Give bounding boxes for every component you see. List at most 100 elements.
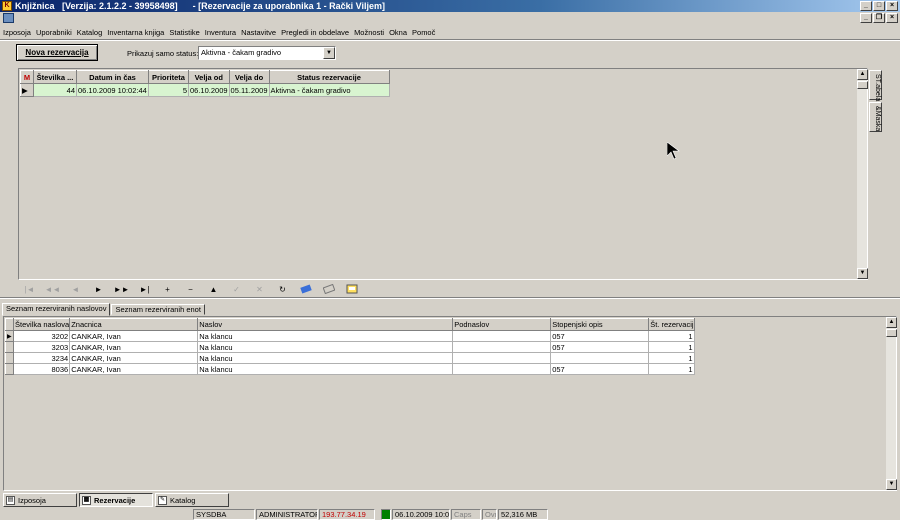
menu-item-statistike[interactable]: Statistike bbox=[169, 28, 199, 37]
window-tab-rezervacije[interactable]: ▦ Rezervacije bbox=[79, 493, 153, 507]
table-row[interactable]: 3234 CANKAR, Ivan Na klancu 1 bbox=[5, 352, 695, 364]
scroll-thumb[interactable] bbox=[886, 329, 897, 337]
table-cell[interactable]: Na klancu bbox=[197, 341, 454, 353]
prior-record-icon[interactable]: ◄ bbox=[64, 285, 87, 294]
table-row[interactable]: 3203 CANKAR, Ivan Na klancu 057 1 bbox=[5, 341, 695, 353]
tab-maska[interactable]: &Maska bbox=[869, 102, 882, 132]
table-cell[interactable] bbox=[452, 341, 552, 353]
table-row[interactable]: ▶ 44 06.10.2009 10:02:44 5 06.10.2009 05… bbox=[20, 83, 390, 97]
table-cell[interactable]: 05.11.2009 bbox=[228, 83, 270, 97]
table-row[interactable]: 8036 CANKAR, Ivan Na klancu 057 1 bbox=[5, 363, 695, 375]
next-page-icon[interactable]: ►► bbox=[110, 285, 133, 294]
maximize-button[interactable]: □ bbox=[873, 1, 885, 11]
close-button[interactable]: × bbox=[886, 1, 898, 11]
scroll-thumb[interactable] bbox=[857, 81, 868, 89]
table-cell[interactable]: 1 bbox=[648, 352, 695, 364]
menu-item-katalog[interactable]: Katalog bbox=[77, 28, 102, 37]
table-cell[interactable]: CANKAR, Ivan bbox=[69, 352, 199, 364]
table-cell[interactable] bbox=[452, 330, 552, 342]
clear-filter-icon[interactable] bbox=[317, 283, 340, 296]
table-cell[interactable]: 06.10.2009 10:02:44 bbox=[76, 83, 149, 97]
menu-item-inventura[interactable]: Inventura bbox=[205, 28, 236, 37]
menu-item-izposoja[interactable]: Izposoja bbox=[3, 28, 31, 37]
table-cell[interactable]: CANKAR, Ivan bbox=[69, 330, 199, 342]
table-cell[interactable]: 5 bbox=[148, 83, 189, 97]
chevron-down-icon[interactable]: ▼ bbox=[323, 47, 335, 59]
delete-record-icon[interactable]: − bbox=[179, 285, 202, 294]
scroll-down-icon[interactable]: ▼ bbox=[857, 268, 868, 279]
scroll-up-icon[interactable]: ▲ bbox=[886, 317, 897, 328]
column-header[interactable]: Status rezervacije bbox=[268, 70, 390, 84]
table-cell[interactable]: CANKAR, Ivan bbox=[69, 363, 199, 375]
mdi-window-icon[interactable] bbox=[3, 13, 14, 23]
tab-tabela[interactable]: ST.abela bbox=[869, 70, 882, 101]
last-record-icon[interactable]: ►| bbox=[133, 285, 156, 294]
mdi-close-button[interactable]: × bbox=[886, 13, 898, 23]
table-cell[interactable]: Na klancu bbox=[197, 352, 454, 364]
tab-reserved-titles[interactable]: Seznam rezerviranih naslovov bbox=[2, 303, 111, 316]
menu-item-uporabniki[interactable]: Uporabniki bbox=[36, 28, 72, 37]
table-cell[interactable]: 44 bbox=[33, 83, 77, 97]
reservations-grid[interactable]: M Številka ... Datum in čas Prioriteta V… bbox=[18, 68, 868, 280]
table-cell[interactable]: 3202 bbox=[12, 330, 71, 342]
minimize-button[interactable]: _ bbox=[860, 1, 872, 11]
menu-item-moznosti[interactable]: Možnosti bbox=[354, 28, 384, 37]
menu-item-okna[interactable]: Okna bbox=[389, 28, 407, 37]
table-cell[interactable]: 1 bbox=[648, 363, 695, 375]
new-reservation-button[interactable]: Nova rezervacija bbox=[16, 44, 98, 61]
reserved-titles-grid[interactable]: Številka naslova Znacnica Naslov Podnasl… bbox=[3, 316, 897, 491]
menu-item-inventarna-knjiga[interactable]: Inventarna knjiga bbox=[107, 28, 164, 37]
table-cell[interactable]: 3234 bbox=[12, 352, 71, 364]
table-cell[interactable]: 1 bbox=[648, 330, 695, 342]
menu-item-pregledi[interactable]: Pregledi in obdelave bbox=[281, 28, 349, 37]
first-record-icon[interactable]: |◄ bbox=[18, 285, 41, 294]
column-header[interactable]: Znacnica bbox=[69, 318, 199, 331]
table-cell[interactable]: 8036 bbox=[12, 363, 71, 375]
menu-item-pomoc[interactable]: Pomoč bbox=[412, 28, 435, 37]
prior-page-icon[interactable]: ◄◄ bbox=[41, 285, 64, 294]
new-record-icon[interactable] bbox=[340, 284, 363, 296]
post-record-icon[interactable]: ✓ bbox=[225, 285, 248, 294]
table-cell[interactable]: 057 bbox=[550, 363, 650, 375]
window-tab-katalog[interactable]: ✎ Katalog bbox=[155, 493, 229, 507]
table-cell[interactable] bbox=[452, 363, 552, 375]
column-header[interactable]: Datum in čas bbox=[76, 70, 149, 84]
status-filter-select[interactable]: Aktivna - čakam gradivo ▼ bbox=[198, 46, 336, 60]
mdi-restore-button[interactable]: ❐ bbox=[873, 13, 885, 23]
table-cell[interactable]: 3203 bbox=[12, 341, 71, 353]
table-cell[interactable]: Na klancu bbox=[197, 363, 454, 375]
refresh-icon[interactable]: ↻ bbox=[271, 285, 294, 294]
column-header[interactable]: Številka naslova bbox=[12, 318, 71, 331]
mdi-minimize-button[interactable]: _ bbox=[860, 13, 872, 23]
table-cell[interactable]: Na klancu bbox=[197, 330, 454, 342]
column-header[interactable]: Številka ... bbox=[33, 70, 77, 84]
reservations-scrollbar[interactable]: ▲ ▼ bbox=[856, 69, 868, 279]
column-header[interactable]: Velja od bbox=[188, 70, 230, 84]
scroll-up-icon[interactable]: ▲ bbox=[857, 69, 868, 80]
insert-record-icon[interactable]: + bbox=[156, 285, 179, 294]
table-row[interactable]: ▶ 3202 CANKAR, Ivan Na klancu 057 1 bbox=[5, 330, 695, 342]
table-cell[interactable] bbox=[550, 352, 650, 364]
tab-reserved-units[interactable]: Seznam rezerviranih enot bbox=[111, 304, 205, 315]
column-header[interactable]: Podnaslov bbox=[452, 318, 552, 331]
table-cell[interactable]: Aktivna - čakam gradivo bbox=[268, 83, 390, 97]
column-header[interactable]: Naslov bbox=[197, 318, 454, 331]
scroll-down-icon[interactable]: ▼ bbox=[886, 479, 897, 490]
filter-icon[interactable] bbox=[294, 283, 317, 296]
window-tab-izposoja[interactable]: ▤ Izposoja bbox=[3, 493, 77, 507]
edit-record-icon[interactable]: ▲ bbox=[202, 285, 225, 294]
column-header[interactable]: Prioriteta bbox=[148, 70, 189, 84]
cancel-edit-icon[interactable]: ✕ bbox=[248, 285, 271, 294]
column-header[interactable]: Št. rezervacij bbox=[648, 318, 695, 331]
table-cell[interactable]: 057 bbox=[550, 330, 650, 342]
table-cell[interactable]: CANKAR, Ivan bbox=[69, 341, 199, 353]
menu-item-nastavitve[interactable]: Nastavitve bbox=[241, 28, 276, 37]
column-header[interactable]: Velja do bbox=[228, 70, 270, 84]
next-record-icon[interactable]: ► bbox=[87, 285, 110, 294]
table-cell[interactable]: 057 bbox=[550, 341, 650, 353]
titles-scrollbar[interactable]: ▲ ▼ bbox=[885, 317, 897, 490]
table-cell[interactable]: 06.10.2009 bbox=[188, 83, 230, 97]
column-header[interactable]: Stopenjski opis bbox=[550, 318, 650, 331]
table-cell[interactable] bbox=[452, 352, 552, 364]
table-cell[interactable]: 1 bbox=[648, 341, 695, 353]
